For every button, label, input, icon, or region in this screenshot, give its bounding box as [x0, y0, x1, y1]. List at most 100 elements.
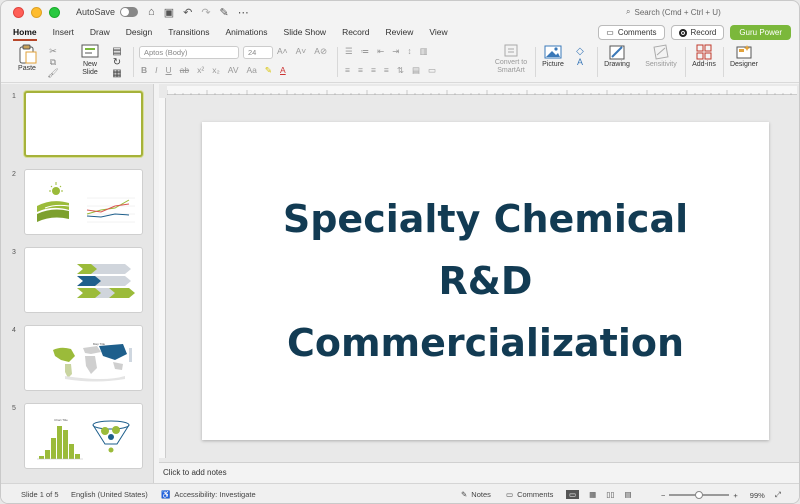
slide-thumbnail-5[interactable]: Chart Title	[24, 403, 143, 469]
strikethrough-icon[interactable]: ab	[180, 65, 189, 76]
copy-icon[interactable]: ⧉	[50, 57, 56, 68]
thumbnail-number: 2	[12, 171, 16, 178]
more-icon[interactable]: ⋯	[238, 6, 249, 19]
tab-home[interactable]: Home	[13, 25, 37, 41]
shrink-font-icon[interactable]: A˅	[296, 46, 307, 57]
notes-pane[interactable]: Click to add notes	[159, 462, 799, 482]
highlight-icon[interactable]: ✎	[265, 65, 272, 76]
align-text-icon[interactable]: ▤	[412, 65, 420, 76]
clear-format-icon[interactable]: A⊘	[314, 46, 327, 57]
record-button[interactable]: Record	[670, 25, 725, 40]
columns-icon[interactable]: ▥	[420, 46, 428, 57]
subscript-icon[interactable]: x₂	[212, 65, 220, 76]
autosave-toggle[interactable]	[120, 7, 139, 17]
tab-record[interactable]: Record	[342, 25, 369, 41]
thumbnail-number: 1	[12, 93, 16, 100]
change-case-icon[interactable]: Aa	[247, 65, 257, 76]
reading-view-icon[interactable]: ▯▯	[606, 490, 614, 499]
designer-button[interactable]: Designer	[727, 43, 761, 81]
zoom-out-icon[interactable]: −	[661, 491, 665, 500]
font-color-icon[interactable]: A	[280, 65, 286, 76]
undo-icon[interactable]: ↶	[183, 6, 192, 19]
tab-draw[interactable]: Draw	[90, 25, 110, 41]
tab-animations[interactable]: Animations	[225, 25, 267, 41]
text-box-insert-icon[interactable]: A	[577, 57, 583, 67]
sensitivity-button[interactable]: Sensitivity	[641, 43, 681, 81]
slide-thumbnail-2[interactable]	[24, 169, 143, 235]
format-painter-icon[interactable]: ✎	[220, 6, 229, 19]
brush-icon[interactable]: 🖌	[47, 68, 58, 79]
redo-icon[interactable]: ↷	[201, 6, 210, 19]
section-icon[interactable]: ▦	[112, 68, 121, 79]
layout-icon[interactable]: ▤	[112, 46, 121, 57]
picture-button[interactable]: Picture	[539, 43, 567, 81]
tab-view[interactable]: View	[429, 25, 447, 41]
fit-to-window-icon[interactable]: ⤢	[775, 490, 781, 500]
numbering-icon[interactable]: ≔	[361, 46, 370, 57]
grow-font-icon[interactable]: A˄	[277, 46, 288, 57]
font-size-field[interactable]: 24	[243, 46, 273, 59]
tab-design[interactable]: Design	[126, 25, 152, 41]
tab-transitions[interactable]: Transitions	[168, 25, 209, 41]
tab-slide-show[interactable]: Slide Show	[284, 25, 327, 41]
italic-icon[interactable]: I	[155, 65, 157, 76]
char-spacing-icon[interactable]: AV	[228, 65, 239, 76]
tab-insert[interactable]: Insert	[53, 25, 74, 41]
slide-thumbnail-4[interactable]: Map Title	[24, 325, 143, 391]
align-left-icon[interactable]: ≡	[345, 65, 350, 76]
paste-button[interactable]: Paste	[11, 43, 43, 81]
comments-status-label: Comments	[517, 490, 554, 499]
notes-toggle-button[interactable]: ✎ Notes	[461, 490, 491, 499]
close-window-button[interactable]	[13, 6, 24, 18]
save-icon[interactable]: ▣	[164, 6, 174, 19]
increase-indent-icon[interactable]: ⇥	[392, 46, 399, 57]
vertical-ruler[interactable]	[159, 98, 166, 458]
justify-icon[interactable]: ≡	[384, 65, 389, 76]
line-spacing-icon[interactable]: ↕	[407, 46, 411, 57]
language-indicator[interactable]: English (United States)	[71, 490, 148, 499]
convert-to-smartart-button[interactable]: Convert to SmartArt	[489, 43, 533, 81]
superscript-icon[interactable]: x²	[197, 65, 204, 76]
normal-view-icon[interactable]: ▭	[566, 490, 580, 499]
align-right-icon[interactable]: ≡	[371, 65, 376, 76]
add-ins-button[interactable]: Add-ins	[689, 43, 719, 81]
autosave-control[interactable]: AutoSave	[76, 7, 139, 17]
minimize-window-button[interactable]	[31, 6, 42, 18]
home-icon[interactable]: ⌂	[148, 6, 155, 18]
underline-icon[interactable]: U	[166, 65, 172, 76]
comments-button[interactable]: ▭ Comments	[598, 25, 665, 40]
slide-sorter-icon[interactable]: ▦	[589, 490, 596, 499]
accessibility-button[interactable]: ♿ Accessibility: Investigate	[161, 490, 256, 499]
reset-icon[interactable]: ↻	[113, 57, 121, 68]
zoom-window-button[interactable]	[49, 6, 60, 18]
accessibility-icon: ♿	[161, 490, 171, 499]
bullets-icon[interactable]: ☰	[345, 46, 353, 57]
zoom-slider-knob[interactable]	[695, 491, 704, 499]
font-name-field[interactable]: Aptos (Body)	[139, 46, 239, 59]
slide-title[interactable]: Specialty Chemical R&D Commercialization	[236, 188, 736, 374]
quick-access-toolbar: ⌂ ▣ ↶ ↷ ✎ ⋯	[148, 6, 249, 19]
align-center-icon[interactable]: ≡	[358, 65, 363, 76]
slide-thumbnail-3[interactable]	[24, 247, 143, 313]
comments-toggle-button[interactable]: ▭ Comments	[506, 490, 553, 499]
zoom-in-icon[interactable]: +	[733, 491, 737, 500]
slideshow-view-icon[interactable]: ▤	[624, 490, 631, 499]
text-direction-icon[interactable]: ⇅	[397, 65, 404, 76]
zoom-level[interactable]: 99%	[750, 491, 765, 500]
notes-icon: ✎	[461, 490, 468, 499]
search-box[interactable]: ⌕ Search (Cmd + Ctrl + U)	[626, 7, 721, 17]
shapes-icon[interactable]: ◇	[576, 46, 584, 57]
tab-review[interactable]: Review	[385, 25, 413, 41]
current-slide[interactable]: Specialty Chemical R&D Commercialization	[202, 122, 769, 440]
text-box-icon[interactable]: ▭	[428, 65, 436, 76]
decrease-indent-icon[interactable]: ⇤	[377, 46, 384, 57]
drawing-button[interactable]: Drawing	[601, 43, 633, 81]
horizontal-ruler[interactable]	[166, 86, 797, 95]
bold-icon[interactable]: B	[141, 65, 147, 76]
guru-power-button[interactable]: Guru Power	[730, 25, 791, 40]
cut-icon[interactable]: ✂	[49, 46, 57, 57]
comment-bubble-icon: ▭	[506, 490, 514, 499]
zoom-slider[interactable]	[669, 491, 730, 499]
slide-thumbnail-1[interactable]	[24, 91, 143, 157]
new-slide-button[interactable]: New Slide	[75, 43, 105, 81]
